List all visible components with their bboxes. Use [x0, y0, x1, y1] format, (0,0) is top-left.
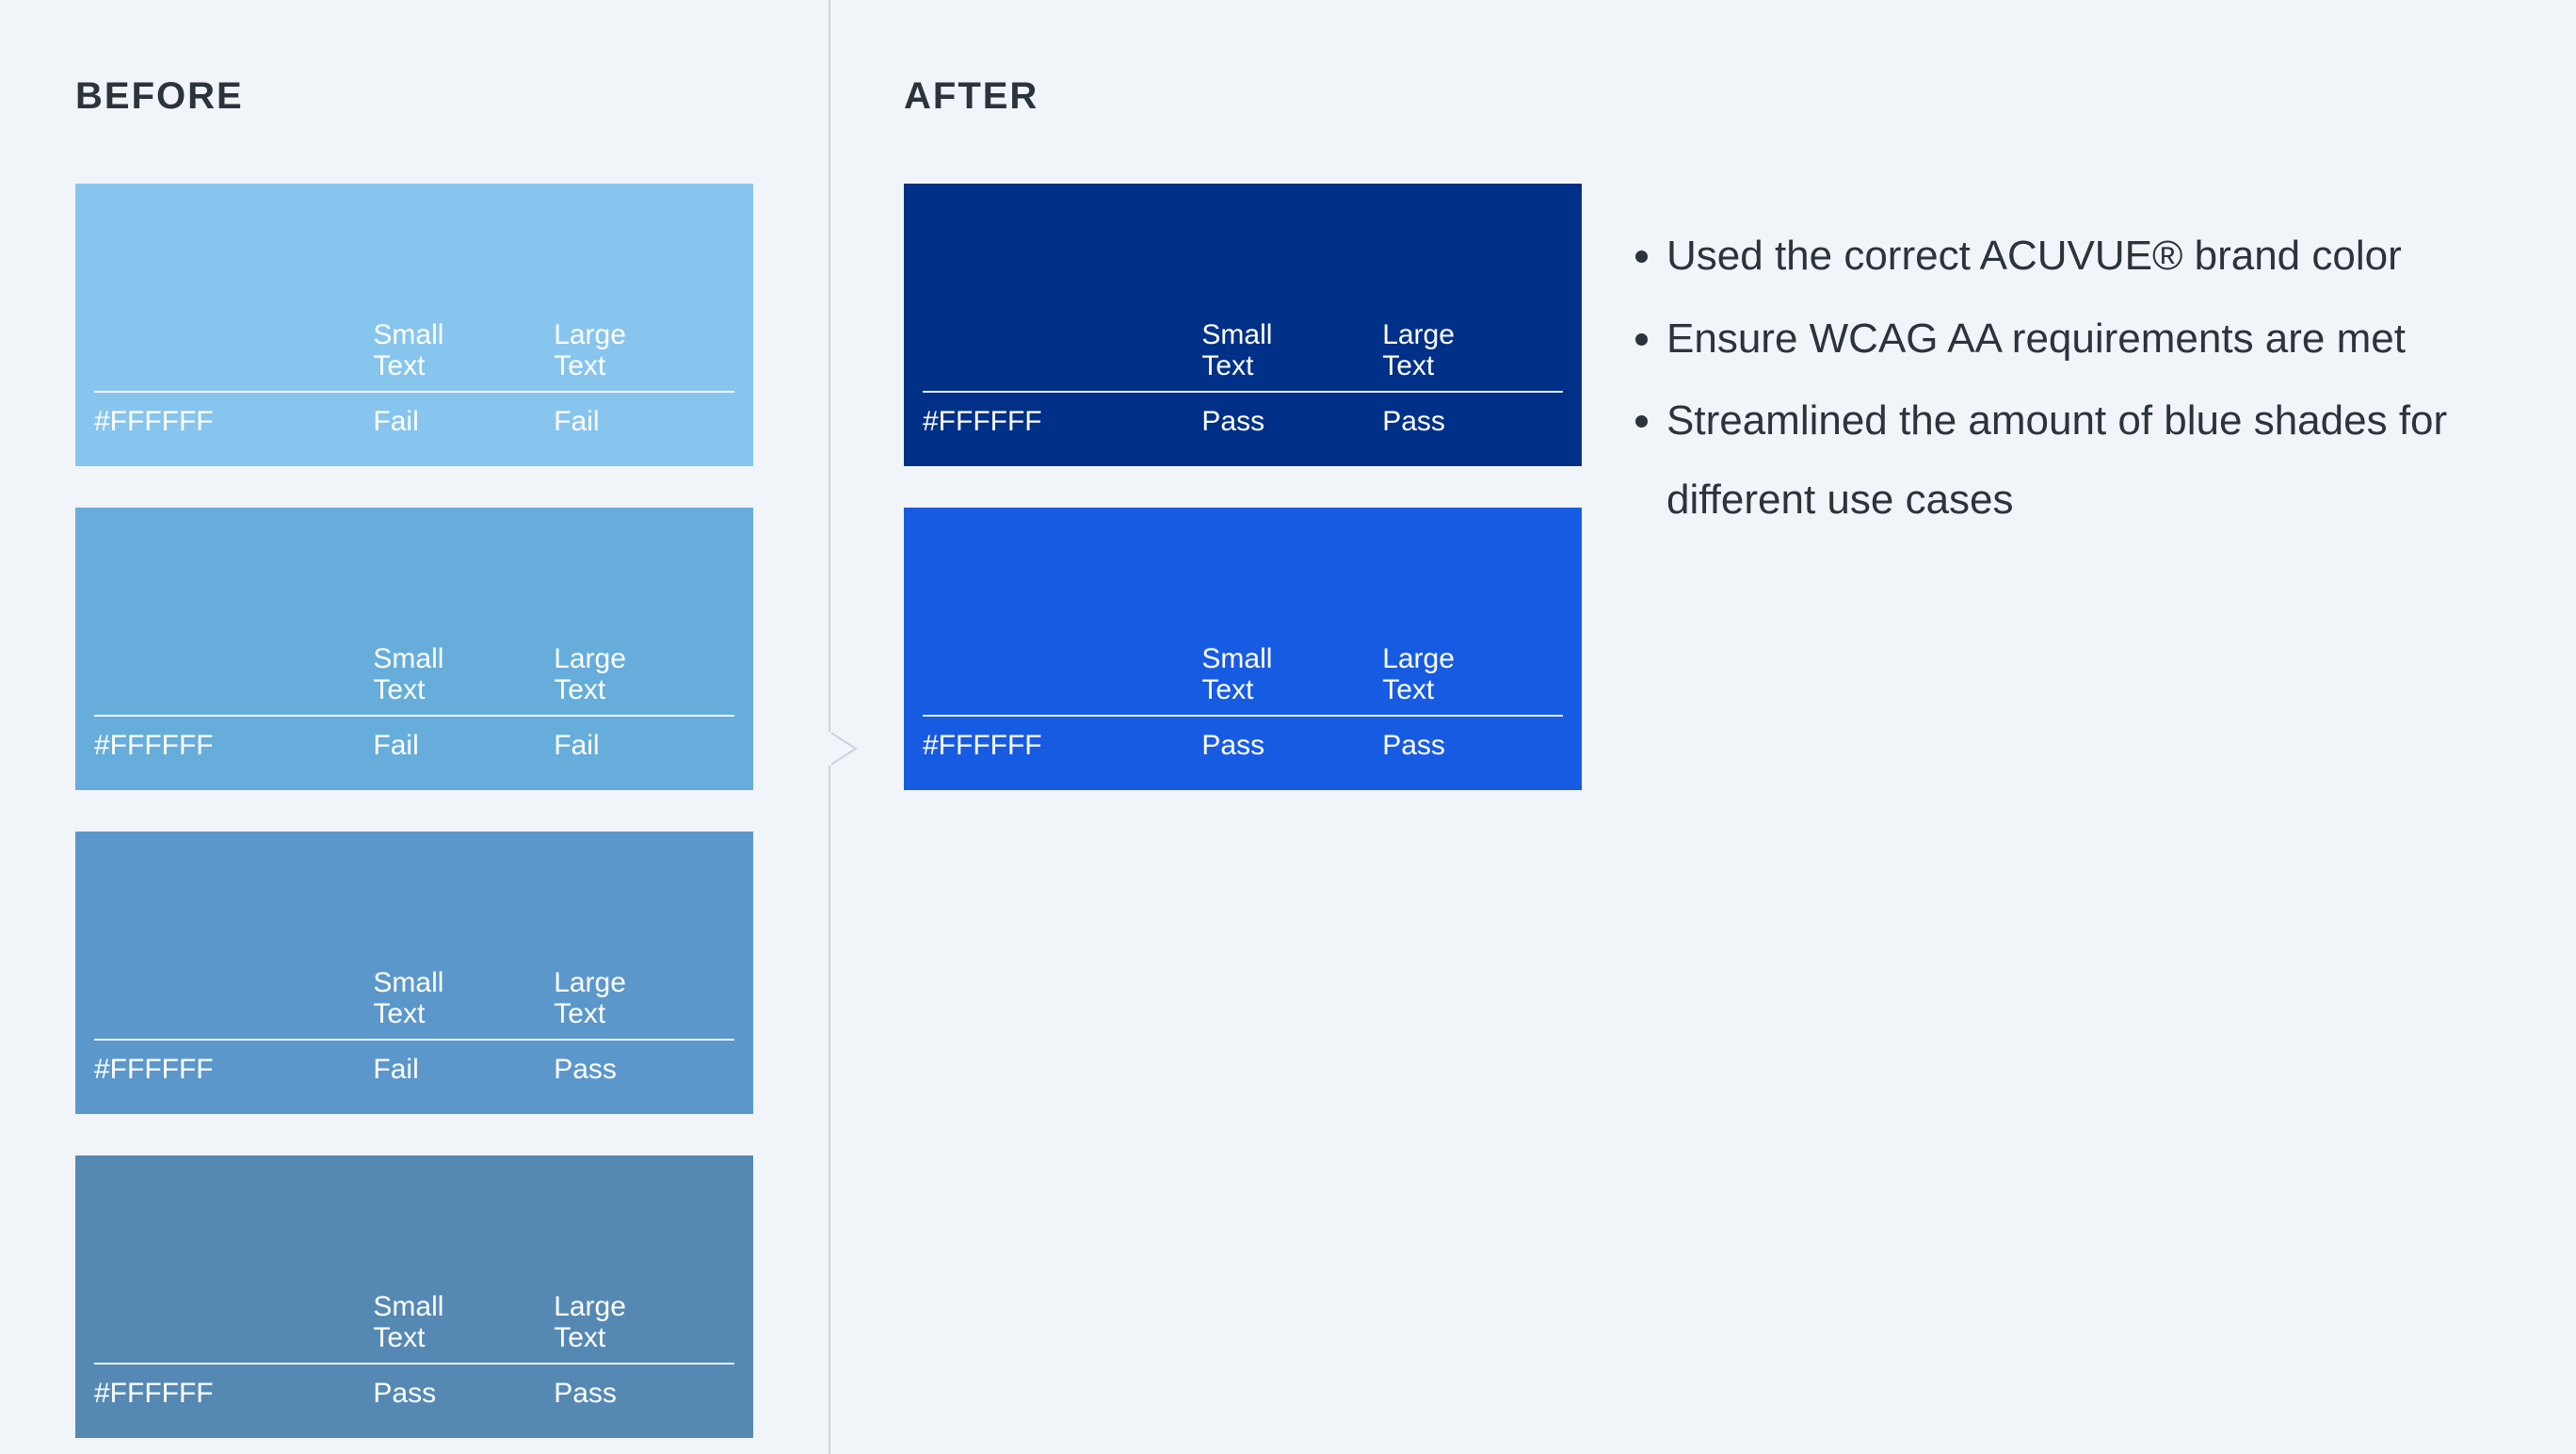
hex-value: #FFFFFF	[94, 1364, 373, 1415]
large-text-result: Pass	[1382, 716, 1563, 767]
small-text-result: Pass	[1201, 716, 1382, 767]
notes-list: Used the correct ACUVUE® brand colorEnsu…	[1629, 217, 2501, 539]
before-swatch: #FFFFFFSmallTextLargeText#FFFFFFFailFail	[75, 184, 753, 466]
large-text-result: Pass	[554, 1364, 734, 1415]
large-text-result: Fail	[554, 716, 734, 767]
small-text-header: SmallText	[1201, 638, 1382, 716]
large-text-header: LargeText	[1382, 314, 1563, 392]
hex-value: #FFFFFF	[94, 1040, 373, 1091]
hex-value: #FFFFFF	[94, 716, 373, 767]
contrast-table: #FFFFFFSmallTextLargeText#FFFFFFPassPass	[923, 638, 1563, 767]
after-swatch-wrap: AFTER #FFFFFFSmallTextLargeText#FFFFFFPa…	[904, 75, 1582, 1416]
small-text-result: Fail	[373, 1040, 554, 1091]
after-swatch-list: #FFFFFFSmallTextLargeText#FFFFFFPassPass…	[904, 184, 1582, 790]
hex-value: #FFFFFF	[923, 392, 1201, 444]
hex-value: #FFFFFF	[923, 716, 1201, 767]
contrast-table: #FFFFFFSmallTextLargeText#FFFFFFPassPass	[923, 314, 1563, 444]
large-text-result: Pass	[554, 1040, 734, 1091]
note-item: Used the correct ACUVUE® brand color	[1666, 217, 2501, 296]
small-text-header: SmallText	[373, 961, 554, 1040]
large-text-result: Pass	[1382, 392, 1563, 444]
note-item: Streamlined the amount of blue shades fo…	[1666, 381, 2501, 539]
small-text-result: Pass	[373, 1364, 554, 1415]
notes-wrap: Used the correct ACUVUE® brand colorEnsu…	[1629, 75, 2501, 1416]
large-text-header: LargeText	[554, 1285, 734, 1364]
note-item: Ensure WCAG AA requirements are met	[1666, 299, 2501, 379]
contrast-table: #FFFFFFSmallTextLargeText#FFFFFFFailPass	[94, 961, 734, 1091]
contrast-table: #FFFFFFSmallTextLargeText#FFFFFFFailFail	[94, 314, 734, 444]
after-swatch: #FFFFFFSmallTextLargeText#FFFFFFPassPass	[904, 184, 1582, 466]
small-text-result: Fail	[373, 716, 554, 767]
before-swatch: #FFFFFFSmallTextLargeText#FFFFFFFailFail	[75, 508, 753, 790]
small-text-result: Fail	[373, 392, 554, 444]
hex-value: #FFFFFF	[94, 392, 373, 444]
before-heading: BEFORE	[75, 75, 753, 118]
before-swatch: #FFFFFFSmallTextLargeText#FFFFFFPassPass	[75, 1155, 753, 1438]
large-text-result: Fail	[554, 392, 734, 444]
contrast-table: #FFFFFFSmallTextLargeText#FFFFFFFailFail	[94, 638, 734, 767]
before-column: BEFORE #FFFFFFSmallTextLargeText#FFFFFFF…	[0, 0, 829, 1454]
small-text-result: Pass	[1201, 392, 1382, 444]
before-swatch: #FFFFFFSmallTextLargeText#FFFFFFFailPass	[75, 832, 753, 1114]
after-swatch: #FFFFFFSmallTextLargeText#FFFFFFPassPass	[904, 508, 1582, 790]
contrast-table: #FFFFFFSmallTextLargeText#FFFFFFPassPass	[94, 1285, 734, 1415]
page: BEFORE #FFFFFFSmallTextLargeText#FFFFFFF…	[0, 0, 2576, 1454]
before-swatch-list: #FFFFFFSmallTextLargeText#FFFFFFFailFail…	[75, 184, 753, 1438]
after-column: AFTER #FFFFFFSmallTextLargeText#FFFFFFPa…	[829, 0, 2576, 1454]
small-text-header: SmallText	[373, 638, 554, 716]
large-text-header: LargeText	[1382, 638, 1563, 716]
small-text-header: SmallText	[373, 314, 554, 392]
large-text-header: LargeText	[554, 961, 734, 1040]
after-heading: AFTER	[904, 75, 1582, 118]
small-text-header: SmallText	[373, 1285, 554, 1364]
large-text-header: LargeText	[554, 314, 734, 392]
large-text-header: LargeText	[554, 638, 734, 716]
small-text-header: SmallText	[1201, 314, 1382, 392]
